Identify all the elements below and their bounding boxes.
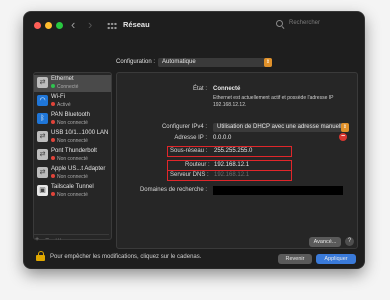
bluetooth-icon: ᛒ xyxy=(37,113,48,124)
ip-address-label: Adresse IP : xyxy=(174,135,207,141)
service-status: Non connecté xyxy=(51,137,88,144)
service-name: Apple US...t Adapter xyxy=(51,166,106,172)
help-button[interactable]: ? xyxy=(345,237,354,246)
zoom-window-button[interactable] xyxy=(56,22,63,29)
detail-panel: État : Connecté Ethernet est actuellemen… xyxy=(116,72,358,249)
ipv4-configure-value: Utilisation de DHCP avec une adresse man… xyxy=(217,124,345,130)
close-window-button[interactable] xyxy=(34,22,41,29)
search-field[interactable]: Rechercher xyxy=(276,20,356,32)
vpn-icon: ▣ xyxy=(37,185,48,196)
service-status: Non connecté xyxy=(51,173,88,180)
dns-highlight: Serveur DNS : 192.168.12.1 xyxy=(167,170,292,181)
status-dot-icon xyxy=(51,101,55,106)
status-dot-icon xyxy=(51,173,55,178)
back-chevron-icon[interactable]: ‹ xyxy=(71,17,75,33)
service-status-text: Non connecté xyxy=(57,119,88,126)
lock-message: Pour empêcher les modifications, cliquez… xyxy=(50,254,202,260)
service-item[interactable]: ⇄ Ethernet Connecté xyxy=(34,75,111,92)
subnet-highlight: Sous-réseau : 255.255.255.0 xyxy=(167,146,292,157)
apply-button[interactable]: Appliquer xyxy=(316,254,356,264)
remove-minus-icon[interactable]: − xyxy=(339,133,347,141)
service-status-text: Non connecté xyxy=(57,173,88,180)
add-service-button[interactable]: + xyxy=(35,235,39,244)
icon-glyph: ⇄ xyxy=(39,169,46,176)
thunderbolt-icon: ⇄ xyxy=(37,149,48,160)
ip-address-value: 0.0.0.0 xyxy=(213,135,232,141)
service-item[interactable]: ▣ Tailscale Tunnel Non connecté xyxy=(34,183,111,200)
search-domains-label: Domaines de recherche : xyxy=(139,187,207,193)
service-actions-button[interactable]: ⋯ xyxy=(55,235,62,244)
status-dot-icon xyxy=(51,119,55,124)
lock-icon[interactable] xyxy=(36,251,45,261)
dns-value[interactable]: 192.168.12.1 xyxy=(214,172,249,178)
icon-glyph: ◠ xyxy=(39,97,46,104)
service-status: Non connecté xyxy=(51,119,88,126)
ipv4-configure-select[interactable]: Utilisation de DHCP avec une adresse man… xyxy=(213,123,349,132)
ipv4-label: Configurer IPv4 : xyxy=(161,124,207,130)
search-domains-field[interactable] xyxy=(213,186,343,195)
configuration-label: Configuration : xyxy=(116,59,156,65)
service-item[interactable]: ⇄ USB 10/1...1000 LAN Non connecté xyxy=(34,129,111,146)
dns-label: Serveur DNS : xyxy=(170,172,209,178)
icon-glyph: ▣ xyxy=(39,187,46,194)
service-name: Wi-Fi xyxy=(51,94,65,100)
status-dot-icon xyxy=(51,191,55,196)
subnet-value[interactable]: 255.255.255.0 xyxy=(214,148,252,154)
router-value[interactable]: 192.168.12.1 xyxy=(214,162,249,168)
status-label: État : xyxy=(192,86,207,92)
service-status-text: Activé xyxy=(57,101,71,108)
search-icon xyxy=(276,20,283,27)
status-value: Connecté xyxy=(213,86,241,92)
icon-glyph: ᛒ xyxy=(40,115,45,122)
status-dot-icon xyxy=(51,155,55,160)
icon-glyph: ⇄ xyxy=(39,151,46,158)
service-status: Non connecté xyxy=(51,191,88,198)
show-all-grid-icon[interactable] xyxy=(107,22,117,30)
revert-button[interactable]: Revenir xyxy=(278,254,312,264)
service-status: Non connecté xyxy=(51,155,88,162)
network-preferences-window: ‹ › Réseau Rechercher Configuration : Au… xyxy=(24,12,364,268)
icon-glyph: ⇄ xyxy=(39,133,46,140)
service-status-text: Non connecté xyxy=(57,191,88,198)
service-name: Pont Thunderbolt xyxy=(51,148,97,154)
select-arrows-icon: ⇕ xyxy=(264,58,272,67)
service-name: Tailscale Tunnel xyxy=(51,184,94,190)
service-name: USB 10/1...1000 LAN xyxy=(51,130,109,136)
minimize-window-button[interactable] xyxy=(45,22,52,29)
service-status-text: Connecté xyxy=(57,83,79,90)
configuration-select[interactable]: Automatique ⇕ xyxy=(158,58,272,67)
service-status-text: Non connecté xyxy=(57,137,88,144)
service-name: Ethernet xyxy=(51,76,74,82)
service-item[interactable]: ⇄ Apple US...t Adapter Non connecté xyxy=(34,165,111,182)
ethernet-icon: ⇄ xyxy=(37,131,48,142)
service-status-text: Non connecté xyxy=(57,155,88,162)
remove-service-button[interactable]: − xyxy=(45,235,49,244)
advanced-button[interactable]: Avancé... xyxy=(309,237,341,247)
status-dot-icon xyxy=(51,137,55,142)
service-status: Connecté xyxy=(51,83,79,90)
router-label: Routeur : xyxy=(185,162,210,168)
forward-chevron-icon[interactable]: › xyxy=(88,17,92,33)
window-title: Réseau xyxy=(123,20,150,29)
ethernet-icon: ⇄ xyxy=(37,77,48,88)
subnet-label: Sous-réseau : xyxy=(170,148,208,154)
icon-glyph: ⇄ xyxy=(39,79,46,86)
status-dot-icon xyxy=(51,83,55,88)
title-bar: ‹ › Réseau Rechercher xyxy=(24,12,364,40)
service-list-toolbar: + − ⋯ xyxy=(34,234,109,244)
service-list: ⇄ Ethernet Connecté ◠ Wi-Fi Activé ᛒ PAN Blueto… xyxy=(33,72,112,240)
ethernet-icon: ⇄ xyxy=(37,167,48,178)
service-item[interactable]: ⇄ Pont Thunderbolt Non connecté xyxy=(34,147,111,164)
configuration-value: Automatique xyxy=(162,59,196,65)
service-status: Activé xyxy=(51,101,71,108)
service-name: PAN Bluetooth xyxy=(51,112,90,118)
service-item[interactable]: ◠ Wi-Fi Activé xyxy=(34,93,111,110)
service-item[interactable]: ᛒ PAN Bluetooth Non connecté xyxy=(34,111,111,128)
status-description-ip: 192.168.12.12. xyxy=(213,101,247,108)
wifi-icon: ◠ xyxy=(37,95,48,106)
select-arrows-icon: ⇕ xyxy=(341,123,349,132)
search-placeholder: Rechercher xyxy=(289,20,321,26)
footer: Pour empêcher les modifications, cliquez… xyxy=(24,251,364,268)
